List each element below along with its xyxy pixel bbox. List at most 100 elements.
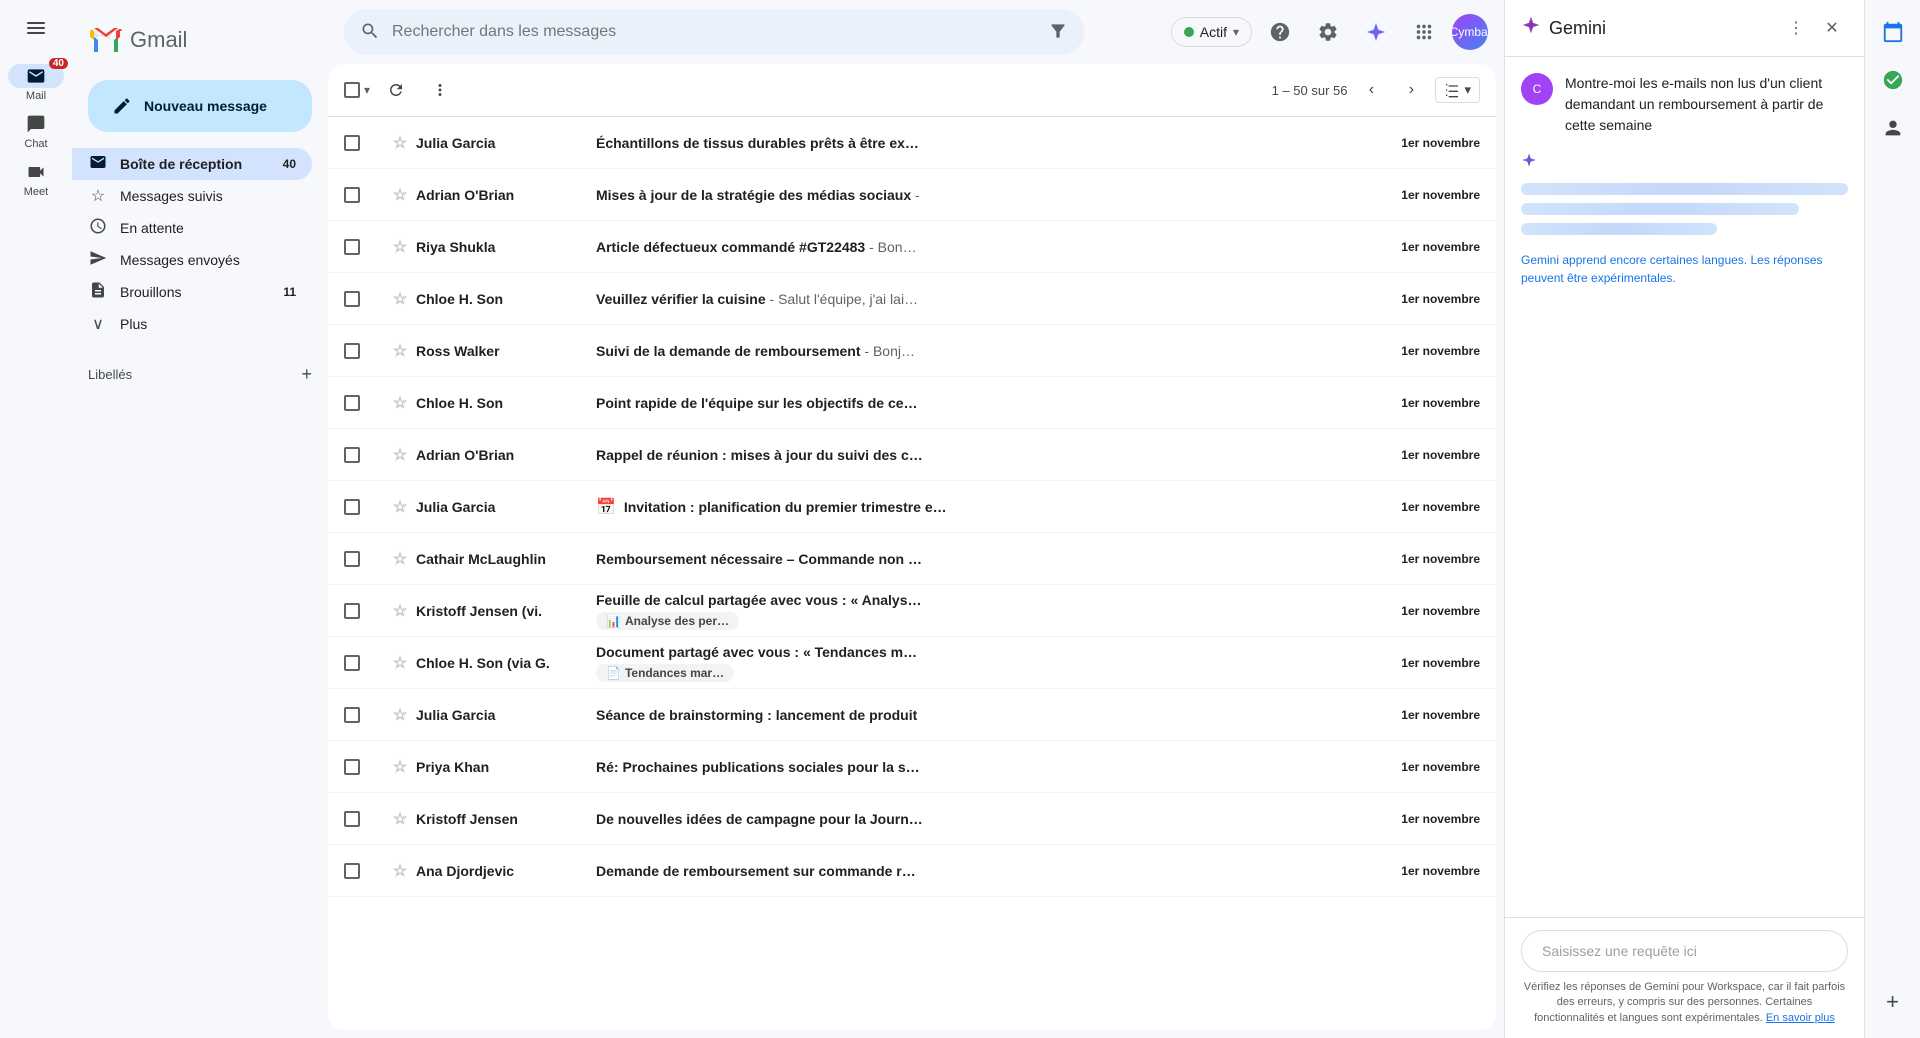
gemini-close-button[interactable]: ✕ [1816,12,1848,44]
star-icon[interactable]: ☆ [393,603,407,620]
tasks-icon-button[interactable] [1873,60,1913,100]
nav-inbox[interactable]: Boîte de réception 40 [72,148,312,180]
email-subject: Invitation : planification du premier tr… [624,499,947,515]
gemini-button[interactable] [1356,12,1396,52]
row-checkbox[interactable] [344,447,360,463]
row-checkbox[interactable] [344,291,360,307]
email-date: 1er novembre [1401,188,1480,202]
star-icon[interactable]: ☆ [393,863,407,880]
add-label-button[interactable]: + [301,364,312,385]
meet-label: Meet [24,186,48,198]
email-date: 1er novembre [1401,448,1480,462]
sidebar-item-mail[interactable]: 40 Mail [0,60,72,108]
row-checkbox[interactable] [344,603,360,619]
view-dropdown-icon: ▾ [1464,82,1471,98]
star-icon[interactable]: ☆ [393,811,407,828]
star-icon[interactable]: ☆ [393,655,407,672]
email-row[interactable]: ☆ Julia Garcia Échantillons de tissus du… [328,117,1496,169]
search-input[interactable] [392,23,1036,41]
row-checkbox[interactable] [344,395,360,411]
user-avatar[interactable]: Cymbal [1452,14,1488,50]
star-icon[interactable]: ☆ [393,759,407,776]
email-row[interactable]: ☆ Julia Garcia 📅 Invitation : planificat… [328,481,1496,533]
apps-button[interactable] [1404,12,1444,52]
email-row[interactable]: ☆ Chloe H. Son (via G. Document partagé … [328,637,1496,689]
search-filter-icon[interactable] [1048,21,1068,44]
next-page-button[interactable]: › [1395,74,1427,106]
star-icon[interactable]: ☆ [393,395,407,412]
email-row[interactable]: ☆ Chloe H. Son Veuillez vérifier la cuis… [328,273,1496,325]
learn-more-link[interactable]: En savoir plus [1766,1012,1835,1024]
row-checkbox[interactable] [344,551,360,567]
calendar-icon-button[interactable] [1873,12,1913,52]
email-row[interactable]: ☆ Kristoff Jensen (vi. Feuille de calcul… [328,585,1496,637]
email-subject: Ré: Prochaines publications sociales pou… [596,759,920,775]
contacts-icon-button[interactable] [1873,108,1913,148]
email-row[interactable]: ☆ Riya Shukla Article défectueux command… [328,221,1496,273]
refresh-button[interactable] [378,72,414,108]
status-indicator[interactable]: Actif ▾ [1171,17,1252,47]
email-row[interactable]: ☆ Priya Khan Ré: Prochaines publications… [328,741,1496,793]
star-icon[interactable]: ☆ [393,135,407,152]
prev-page-button[interactable]: ‹ [1355,74,1387,106]
row-checkbox[interactable] [344,499,360,515]
email-row[interactable]: ☆ Ross Walker Suivi de la demande de rem… [328,325,1496,377]
sender-name: Cathair McLaughlin [416,551,546,567]
star-icon[interactable]: ☆ [393,551,407,568]
search-bar[interactable] [344,9,1084,55]
star-icon[interactable]: ☆ [393,239,407,256]
nav-starred[interactable]: ☆ Messages suivis [72,180,312,212]
sender-name: Chloe H. Son [416,291,503,307]
nav-more[interactable]: ∨ Plus [72,308,312,340]
star-icon[interactable]: ☆ [393,187,407,204]
drafts-label: Brouillons [120,284,181,300]
star-icon[interactable]: ☆ [393,291,407,308]
gemini-input[interactable]: Saisissez une requête ici [1521,930,1848,972]
hamburger-button[interactable] [16,8,56,48]
settings-button[interactable] [1308,12,1348,52]
email-row[interactable]: ☆ Kristoff Jensen De nouvelles idées de … [328,793,1496,845]
email-subject: Demande de remboursement sur commande r… [596,863,916,879]
email-row[interactable]: ☆ Adrian O'Brian Mises à jour de la stra… [328,169,1496,221]
gemini-menu-button[interactable]: ⋮ [1780,12,1812,44]
sidebar-item-chat[interactable]: Chat [0,108,72,156]
email-date: 1er novembre [1401,864,1480,878]
email-subject: Échantillons de tissus durables prêts à … [596,135,919,151]
loading-bar-2 [1521,203,1799,215]
row-checkbox[interactable] [344,135,360,151]
more-options-button[interactable] [422,72,458,108]
sender-name: Riya Shukla [416,239,495,255]
email-row[interactable]: ☆ Adrian O'Brian Rappel de réunion : mis… [328,429,1496,481]
sidebar-item-meet[interactable]: Meet [0,156,72,204]
nav-sent[interactable]: Messages envoyés [72,244,312,276]
email-row[interactable]: ☆ Julia Garcia Séance de brainstorming :… [328,689,1496,741]
star-icon[interactable]: ☆ [393,499,407,516]
email-row[interactable]: ☆ Cathair McLaughlin Remboursement néces… [328,533,1496,585]
row-checkbox[interactable] [344,759,360,775]
sender-name: Julia Garcia [416,499,495,515]
row-checkbox[interactable] [344,187,360,203]
add-app-button[interactable]: + [1873,982,1913,1022]
star-icon[interactable]: ☆ [393,343,407,360]
row-checkbox[interactable] [344,239,360,255]
row-checkbox[interactable] [344,811,360,827]
compose-button[interactable]: Nouveau message [88,80,312,132]
help-button[interactable] [1260,12,1300,52]
nav-drafts[interactable]: Brouillons 11 [72,276,312,308]
star-icon[interactable]: ☆ [393,447,407,464]
star-icon[interactable]: ☆ [393,707,407,724]
gmail-title: Gmail [130,27,187,53]
select-all-checkbox[interactable] [344,82,360,98]
select-dropdown-button[interactable]: ▾ [364,83,370,97]
row-checkbox[interactable] [344,863,360,879]
row-checkbox[interactable] [344,707,360,723]
view-toggle[interactable]: ▾ [1435,77,1480,103]
email-row[interactable]: ☆ Ana Djordjevic Demande de remboursemen… [328,845,1496,897]
nav-snoozed[interactable]: En attente [72,212,312,244]
drafts-badge: 11 [283,285,296,299]
email-row[interactable]: ☆ Chloe H. Son Point rapide de l'équipe … [328,377,1496,429]
user-query-text: Montre-moi les e-mails non lus d'un clie… [1565,73,1848,136]
row-checkbox[interactable] [344,343,360,359]
row-checkbox[interactable] [344,655,360,671]
labels-heading: Libellés [88,367,132,382]
